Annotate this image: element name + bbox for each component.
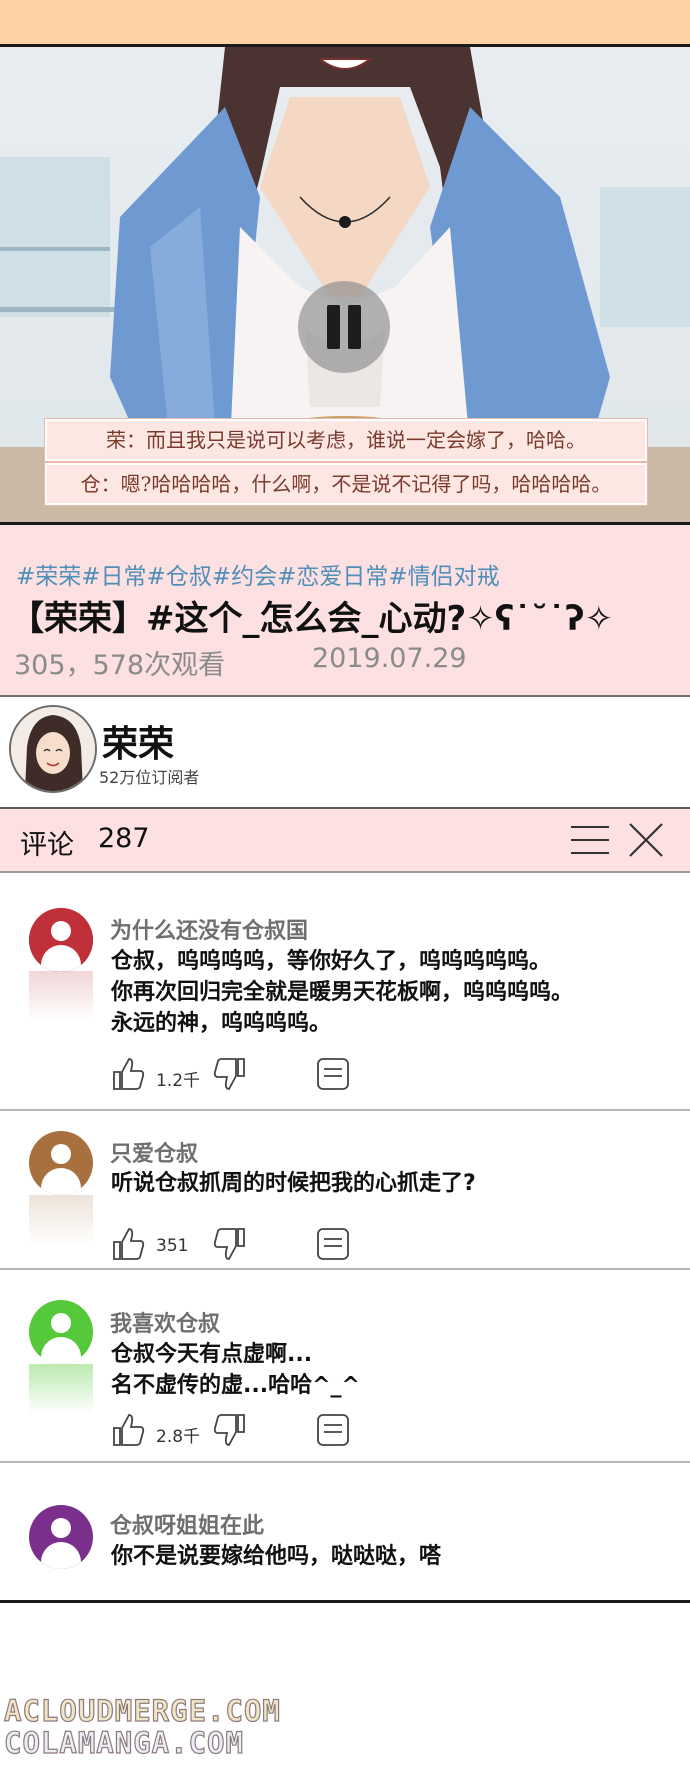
comment-actions: 1.2千 bbox=[110, 1056, 360, 1096]
comments-count: 287 bbox=[98, 823, 150, 854]
sort-menu-icon[interactable] bbox=[571, 824, 609, 856]
commenter-avatar[interactable] bbox=[29, 1131, 93, 1195]
comment-username[interactable]: 我喜欢仓叔 bbox=[110, 1306, 220, 1338]
dislike-icon[interactable] bbox=[212, 1226, 248, 1262]
commenter-avatar[interactable] bbox=[29, 1300, 93, 1364]
pause-icon bbox=[327, 305, 340, 349]
video-tags[interactable]: #荣荣#日常#仓叔#约会#恋爱日常#情侣对戒 bbox=[16, 557, 500, 591]
like-icon[interactable] bbox=[110, 1056, 146, 1092]
video-title: 【荣荣】#这个_怎么会_心动?✧ʕ˙˘˙ʔ✧ bbox=[10, 599, 614, 639]
comment-item: 我喜欢仓叔 仓叔今天有点虚啊... 名不虚传的虚...哈哈^_^ 2.8千 bbox=[0, 1270, 690, 1463]
subscriber-count: 52万位订阅者 bbox=[99, 768, 200, 787]
like-icon[interactable] bbox=[110, 1226, 146, 1262]
comment-actions: 351 bbox=[110, 1226, 360, 1266]
pause-icon-bar bbox=[348, 305, 361, 349]
avatar-reflection bbox=[29, 1195, 93, 1245]
comment-text: 你不是说要嫁给他吗，哒哒哒，嗒 bbox=[111, 1544, 442, 1569]
video-info-panel: #荣荣#日常#仓叔#约会#恋爱日常#情侣对戒 【荣荣】#这个_怎么会_心动?✧ʕ… bbox=[0, 525, 690, 697]
commenter-avatar[interactable] bbox=[29, 908, 93, 972]
view-count: 305，578次观看 bbox=[14, 650, 226, 681]
like-count: 1.2千 bbox=[156, 1071, 201, 1091]
comment-text: 听说仓叔抓周的时候把我的心抓走了? bbox=[111, 1171, 476, 1196]
like-icon[interactable] bbox=[110, 1412, 146, 1448]
avatar-reflection bbox=[29, 1364, 93, 1414]
comment-list[interactable]: 为什么还没有仓叔国 仓叔，呜呜呜呜，等你好久了，呜呜呜呜呜。 你再次回归完全就是… bbox=[0, 873, 690, 1600]
like-count: 351 bbox=[156, 1236, 189, 1256]
subtitle-line-2: 仓：嗯?哈哈哈哈，什么啊，不是说不记得了吗，哈哈哈哈。 bbox=[45, 463, 647, 505]
comment-actions: 2.8千 bbox=[110, 1412, 360, 1452]
channel-avatar[interactable] bbox=[9, 705, 97, 793]
comment-username[interactable]: 只爱仓叔 bbox=[110, 1136, 198, 1168]
watermark-line-1: ACLOUDMERGE.COM bbox=[3, 1693, 281, 1728]
reply-icon[interactable] bbox=[315, 1226, 351, 1262]
comment-item: 仓叔呀姐姐在此 你不是说要嫁给他吗，哒哒哒，嗒 bbox=[0, 1463, 690, 1600]
comment-text: 仓叔，呜呜呜呜，等你好久了，呜呜呜呜呜。 你再次回归完全就是暖男天花板啊，呜呜呜… bbox=[111, 949, 574, 1036]
reply-icon[interactable] bbox=[315, 1056, 351, 1092]
upload-date: 2019.07.29 bbox=[312, 643, 467, 674]
commenter-avatar[interactable] bbox=[29, 1505, 93, 1569]
comments-title: 评论 bbox=[20, 830, 74, 861]
watermark-line-2: COLAMANGA.COM bbox=[3, 1725, 244, 1760]
like-count: 2.8千 bbox=[156, 1427, 201, 1447]
comment-username[interactable]: 仓叔呀姐姐在此 bbox=[110, 1508, 264, 1540]
dislike-icon[interactable] bbox=[212, 1056, 248, 1092]
comment-username[interactable]: 为什么还没有仓叔国 bbox=[110, 913, 308, 945]
comments-header: 评论 287 bbox=[0, 809, 690, 873]
top-panel-strip bbox=[0, 0, 690, 47]
dislike-icon[interactable] bbox=[212, 1412, 248, 1448]
comment-text: 仓叔今天有点虚啊... 名不虚传的虚...哈哈^_^ bbox=[111, 1342, 360, 1398]
channel-name[interactable]: 荣荣 bbox=[102, 715, 174, 767]
reply-icon[interactable] bbox=[315, 1412, 351, 1448]
avatar-reflection bbox=[29, 971, 93, 1021]
subtitle-line-1: 荣：而且我只是说可以考虑，谁说一定会嫁了，哈哈。 bbox=[45, 419, 647, 461]
channel-row[interactable]: 荣荣 52万位订阅者 bbox=[0, 697, 690, 809]
pause-button[interactable] bbox=[298, 281, 390, 373]
close-icon[interactable] bbox=[628, 822, 664, 858]
comment-item: 为什么还没有仓叔国 仓叔，呜呜呜呜，等你好久了，呜呜呜呜呜。 你再次回归完全就是… bbox=[0, 873, 690, 1111]
comment-item: 只爱仓叔 听说仓叔抓周的时候把我的心抓走了? 351 bbox=[0, 1111, 690, 1270]
channel-avatar-image bbox=[11, 707, 95, 791]
